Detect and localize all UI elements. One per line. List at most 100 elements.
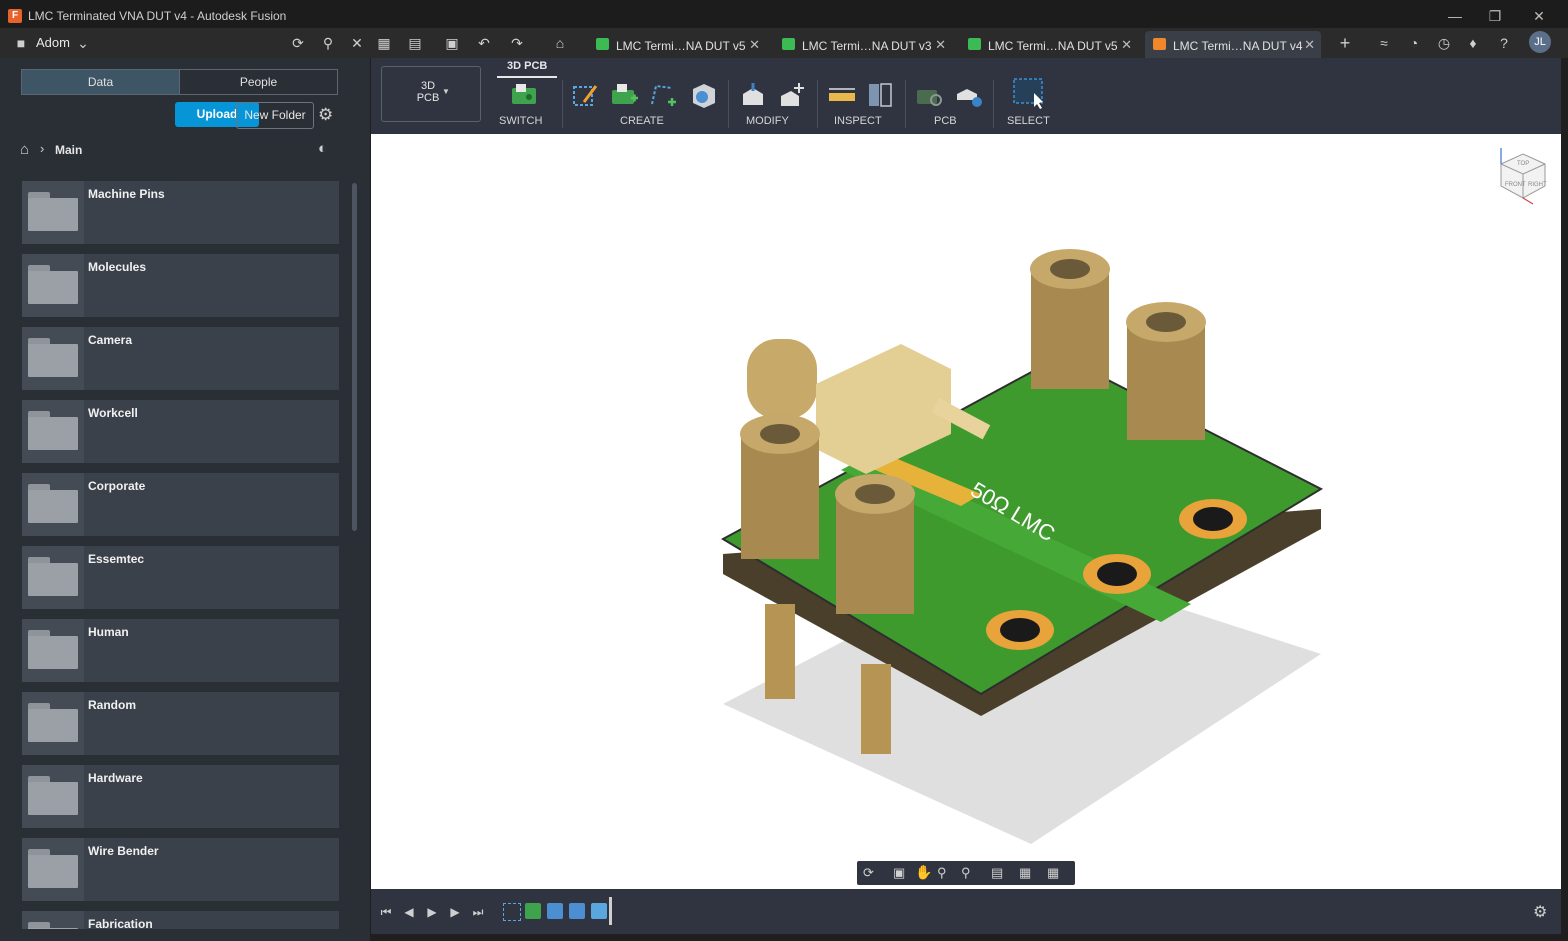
pcb-settings-icon[interactable]: [954, 80, 984, 110]
close-tab-icon[interactable]: ✕: [1121, 37, 1132, 53]
folder-item[interactable]: Human: [22, 619, 339, 682]
create-box-icon[interactable]: [689, 80, 719, 110]
pcb-link-icon[interactable]: [914, 80, 944, 110]
section-analysis-icon[interactable]: [865, 80, 895, 110]
tab-people[interactable]: People: [179, 69, 338, 95]
restore-icon[interactable]: ❐: [1480, 6, 1510, 26]
refresh-icon[interactable]: ⟳: [287, 33, 309, 53]
step-back-icon[interactable]: ◀: [401, 904, 417, 920]
pcb-menu[interactable]: PCB: [934, 115, 957, 127]
file-menu-icon[interactable]: ▤: [404, 33, 426, 53]
timeline-settings-icon[interactable]: ⚙: [1533, 902, 1547, 922]
close-window-icon[interactable]: ✕: [1524, 6, 1554, 26]
new-tab-icon[interactable]: +: [1334, 33, 1356, 53]
document-tab[interactable]: LMC Termi…NA DUT v3 ✕: [774, 31, 952, 58]
toolbar: 3D PCB ▼ 3D PCB SWITCH CREATE MODIFY INS…: [371, 58, 1561, 134]
measure-icon[interactable]: [827, 80, 857, 110]
folder-item[interactable]: Fabrication: [22, 911, 339, 929]
save-icon[interactable]: ▣: [441, 33, 463, 53]
folder-item[interactable]: Molecules: [22, 254, 339, 317]
look-at-icon[interactable]: ▣: [893, 865, 905, 881]
orbit-icon[interactable]: ⟳: [863, 865, 874, 881]
chevron-down-icon[interactable]: ⌄: [72, 33, 94, 53]
document-tab[interactable]: LMC Termi…NA DUT v5 ✕: [960, 31, 1138, 58]
workspace-switcher[interactable]: 3D PCB ▼: [381, 66, 481, 122]
user-avatar[interactable]: JL: [1529, 31, 1551, 53]
switch-menu[interactable]: SWITCH: [499, 115, 542, 127]
create-outline-icon[interactable]: [648, 80, 678, 110]
search-icon[interactable]: ⚲: [317, 33, 339, 53]
folder-item[interactable]: Random: [22, 692, 339, 755]
team-icon[interactable]: ■: [10, 33, 32, 53]
folder-icon: [22, 181, 84, 244]
app-grid-icon[interactable]: ▦: [373, 33, 395, 53]
panel-scrollbar[interactable]: [352, 183, 357, 531]
team-name[interactable]: Adom: [36, 35, 70, 50]
folder-icon: [22, 473, 84, 536]
timeline: ⏮ ◀ ▶ ▶ ⏭ ⚙: [371, 889, 1561, 934]
go-to-start-icon[interactable]: ⏮: [378, 904, 394, 920]
timeline-feature[interactable]: [569, 903, 585, 919]
standoff-post: [1126, 302, 1206, 440]
grid-icon[interactable]: ▦: [1019, 865, 1031, 881]
inspect-menu[interactable]: INSPECT: [834, 115, 882, 127]
close-tab-icon[interactable]: ✕: [935, 37, 946, 53]
timeline-feature[interactable]: [591, 903, 607, 919]
modify-press-pull-icon[interactable]: [738, 80, 768, 110]
modify-move-icon[interactable]: [777, 80, 807, 110]
select-window-icon[interactable]: [1012, 77, 1046, 111]
zoom-icon[interactable]: ⚲: [937, 865, 947, 881]
home-icon[interactable]: ⌂: [20, 141, 29, 158]
fit-icon[interactable]: ⚲: [961, 865, 971, 881]
select-menu[interactable]: SELECT: [1007, 115, 1050, 127]
breadcrumb[interactable]: Main: [55, 143, 82, 157]
tab-data[interactable]: Data: [21, 69, 180, 95]
notification-icon[interactable]: ♦: [1462, 33, 1484, 53]
timeline-component-feature[interactable]: [525, 903, 541, 919]
3d-viewport[interactable]: 50Ω LMC TOP FRONT RIGHT ⟳ ▣ ✋ ⚲ ⚲ ▤ ▦ ▦: [371, 134, 1561, 889]
folder-item[interactable]: Corporate: [22, 473, 339, 536]
close-panel-icon[interactable]: ✕: [346, 33, 368, 53]
close-tab-icon[interactable]: ✕: [1304, 37, 1315, 53]
timeline-marker[interactable]: [609, 897, 612, 925]
modify-menu[interactable]: MODIFY: [746, 115, 789, 127]
play-icon[interactable]: ▶: [424, 904, 440, 920]
folder-item[interactable]: Hardware: [22, 765, 339, 828]
tab-3d-pcb[interactable]: 3D PCB: [507, 60, 547, 72]
pcb-doc-icon: [596, 38, 609, 50]
job-status-icon[interactable]: ◔: [1403, 33, 1425, 53]
pan-hand-icon[interactable]: ✋: [915, 864, 932, 881]
view-cube[interactable]: TOP FRONT RIGHT: [1493, 146, 1551, 208]
redo-icon[interactable]: ↷: [506, 33, 528, 53]
home-icon[interactable]: ⌂: [549, 33, 571, 53]
globe-icon[interactable]: ◐: [318, 140, 327, 157]
sketch-icon[interactable]: [570, 80, 600, 110]
folder-item[interactable]: Essemtec: [22, 546, 339, 609]
document-tab[interactable]: LMC Termi…NA DUT v5 ✕: [588, 31, 766, 58]
folder-item[interactable]: Wire Bender: [22, 838, 339, 901]
timeline-feature[interactable]: [547, 903, 563, 919]
step-forward-icon[interactable]: ▶: [447, 904, 463, 920]
clock-icon[interactable]: ◷: [1433, 33, 1455, 53]
folder-item[interactable]: Workcell: [22, 400, 339, 463]
separator: [817, 80, 818, 128]
document-tab-active[interactable]: LMC Termi…NA DUT v4 ✕: [1145, 31, 1321, 58]
svg-text:RIGHT: RIGHT: [1528, 182, 1547, 188]
undo-icon[interactable]: ↶: [473, 33, 495, 53]
timeline-sketch-feature[interactable]: [503, 903, 521, 921]
create-menu[interactable]: CREATE: [620, 115, 664, 127]
viewports-icon[interactable]: ▦: [1047, 865, 1059, 881]
folder-item[interactable]: Machine Pins: [22, 181, 339, 244]
switch-pcb-icon[interactable]: [509, 80, 539, 110]
display-settings-icon[interactable]: ▤: [991, 865, 1003, 881]
create-component-icon[interactable]: [609, 80, 639, 110]
minimize-icon[interactable]: —: [1440, 6, 1470, 26]
new-folder-button[interactable]: New Folder: [236, 102, 314, 129]
gear-icon[interactable]: ⚙: [318, 105, 333, 125]
go-to-end-icon[interactable]: ⏭: [470, 904, 486, 920]
mount-hole-center: [1193, 507, 1233, 531]
close-tab-icon[interactable]: ✕: [749, 37, 760, 53]
extensions-icon[interactable]: ≈: [1373, 33, 1395, 53]
help-icon[interactable]: ?: [1493, 33, 1515, 53]
folder-item[interactable]: Camera: [22, 327, 339, 390]
